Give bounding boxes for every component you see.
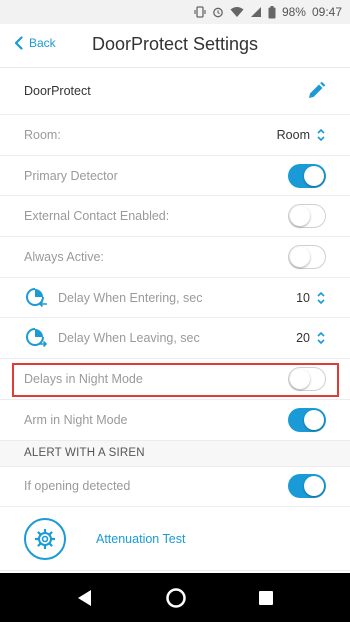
battery-icon — [268, 5, 276, 18]
primary-detector-row: Primary Detector — [0, 156, 350, 197]
back-triangle-icon[interactable] — [76, 589, 94, 607]
arm-night-toggle[interactable] — [288, 407, 326, 432]
toggle-knob — [304, 476, 324, 497]
always-active-label: Always Active: — [24, 249, 104, 264]
settings-list: DoorProtect Room: Room Primary Detector … — [0, 68, 350, 573]
room-value: Room — [276, 127, 310, 142]
alarm-icon — [213, 7, 223, 18]
siren-section-header: ALERT WITH A SIREN — [0, 440, 350, 467]
toggle-knob — [290, 368, 310, 389]
nav-bar: Back DoorProtect Settings — [0, 24, 350, 68]
device-name-row: DoorProtect — [0, 68, 350, 115]
toggle-knob — [304, 409, 324, 430]
android-nav-bar — [0, 573, 350, 622]
toggle-knob — [304, 165, 324, 186]
delay-leaving-value: 20 — [296, 331, 310, 346]
if-opening-row: If opening detected — [0, 467, 350, 508]
always-active-row: Always Active: — [0, 237, 350, 278]
attenuation-test-label: Attenuation Test — [96, 531, 186, 546]
delay-entering-label: Delay When Entering, sec — [58, 290, 203, 305]
device-name-label: DoorProtect — [24, 84, 91, 98]
clock: 09:47 — [311, 5, 342, 19]
delay-leaving-selector[interactable]: 20 — [296, 331, 326, 345]
wifi-icon — [230, 7, 244, 17]
delay-entering-row[interactable]: Delay When Entering, sec 10 — [0, 278, 350, 319]
arm-night-row: Arm in Night Mode — [0, 400, 350, 441]
primary-detector-toggle[interactable] — [288, 163, 326, 188]
room-row[interactable]: Room: Room — [0, 115, 350, 156]
delays-night-toggle[interactable] — [288, 366, 326, 391]
arm-night-label: Arm in Night Mode — [24, 412, 128, 427]
delay-entering-value: 10 — [296, 290, 310, 305]
gear-icon-circle — [24, 517, 66, 560]
delay-leaving-label: Delay When Leaving, sec — [58, 331, 200, 346]
home-circle-icon[interactable] — [165, 587, 187, 609]
toggle-knob — [290, 246, 310, 267]
external-contact-label: External Contact Enabled: — [24, 209, 170, 224]
delays-night-row: Delays in Night Mode — [0, 359, 350, 400]
delay-entering-selector[interactable]: 10 — [296, 291, 326, 305]
external-contact-toggle[interactable] — [288, 204, 326, 229]
updown-chevron-icon — [317, 128, 325, 141]
timer-leave-icon — [26, 328, 48, 348]
room-label: Room: — [24, 127, 61, 142]
always-active-toggle[interactable] — [288, 244, 326, 269]
signal-icon — [250, 7, 261, 17]
recents-square-icon[interactable] — [258, 590, 274, 606]
battery-percent: 98% — [281, 5, 306, 19]
delays-night-label: Delays in Night Mode — [24, 371, 143, 386]
updown-chevron-icon — [317, 291, 325, 304]
delay-leaving-label-group: Delay When Leaving, sec — [24, 326, 200, 350]
page-title: DoorProtect Settings — [91, 34, 259, 54]
status-icons: 98% 09:47 — [194, 4, 342, 20]
primary-detector-label: Primary Detector — [24, 168, 118, 183]
if-opening-label: If opening detected — [24, 479, 131, 494]
delay-leaving-row[interactable]: Delay When Leaving, sec 20 — [0, 318, 350, 360]
timer-enter-icon — [26, 287, 47, 307]
delay-entering-label-group: Delay When Entering, sec — [24, 286, 203, 310]
attenuation-test-button[interactable]: Attenuation Test — [0, 507, 350, 572]
updown-chevron-icon — [317, 332, 325, 345]
toggle-knob — [290, 206, 310, 227]
external-contact-row: External Contact Enabled: — [0, 196, 350, 238]
status-bar: 98% 09:47 — [0, 0, 350, 24]
vibrate-icon — [194, 6, 206, 18]
if-opening-toggle[interactable] — [288, 474, 326, 499]
gear-icon — [35, 528, 55, 549]
room-selector[interactable]: Room — [277, 128, 326, 142]
edit-pencil-icon[interactable] — [306, 81, 326, 101]
